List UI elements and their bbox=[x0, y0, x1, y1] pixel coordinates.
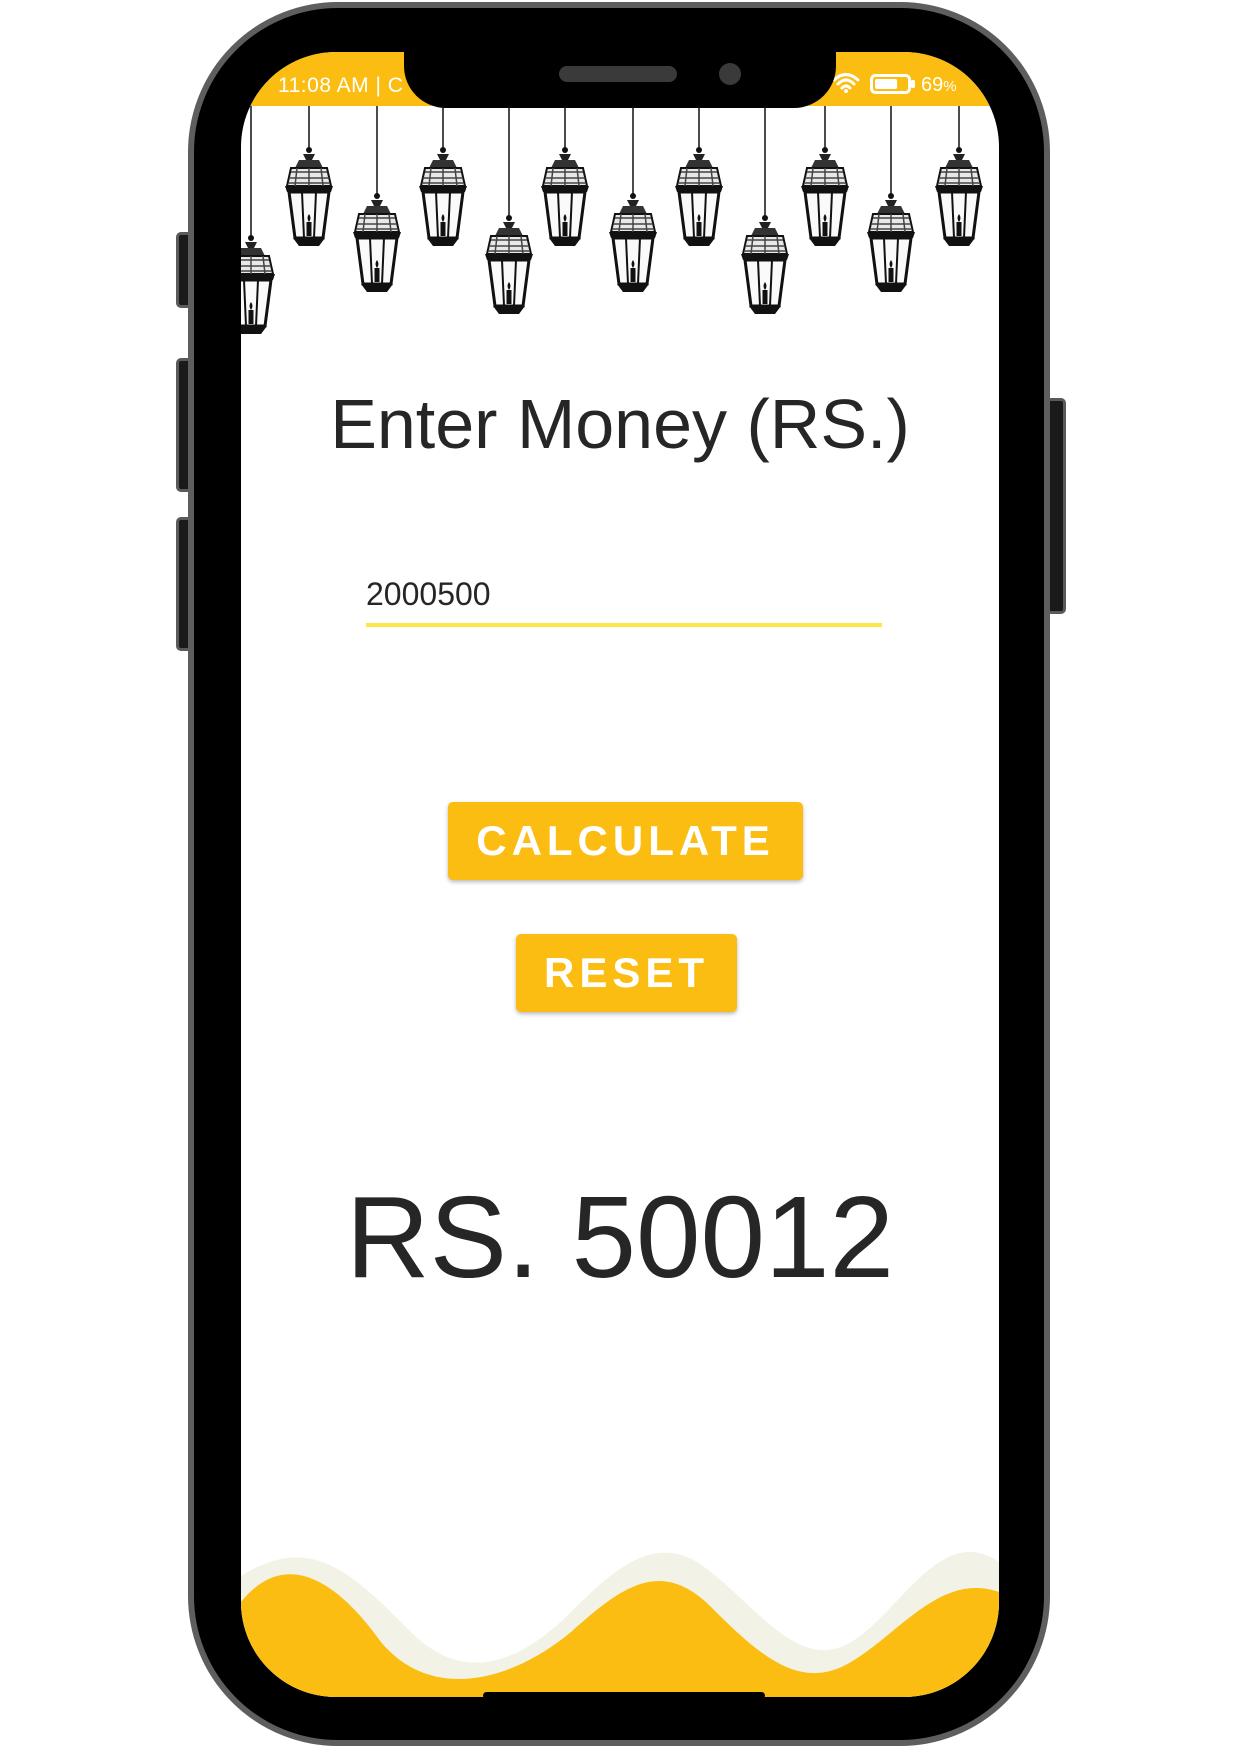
battery-percent-unit: % bbox=[943, 78, 957, 95]
camera-notch bbox=[404, 52, 836, 108]
calculate-button[interactable]: CALCULATE bbox=[448, 802, 803, 880]
home-indicator bbox=[483, 1692, 765, 1697]
result-amount: RS. 50012 bbox=[345, 1172, 895, 1302]
app-screen: 11:08 AM | C 69% Enter Money (RS.) 20005… bbox=[241, 52, 999, 1697]
page-title: Enter Money (RS.) bbox=[330, 385, 910, 463]
earpiece-speaker bbox=[559, 66, 677, 82]
battery-icon bbox=[870, 74, 915, 94]
hanging-lanterns-illustration bbox=[241, 106, 985, 336]
battery-percentage: 69% bbox=[921, 74, 957, 97]
money-amount-input[interactable] bbox=[366, 569, 882, 627]
front-camera bbox=[719, 63, 741, 85]
device-mockup: 11:08 AM | C 69% Enter Money (RS.) 20005… bbox=[0, 0, 1240, 1748]
battery-percent-value: 69 bbox=[921, 74, 944, 96]
status-time: 11:08 AM | C bbox=[278, 74, 404, 97]
status-bar: 11:08 AM | C 69% bbox=[241, 52, 999, 108]
battery-level-fill bbox=[875, 79, 898, 89]
reset-button[interactable]: RESET bbox=[516, 934, 737, 1012]
yellow-wave-pattern bbox=[241, 1551, 999, 1697]
wifi-icon bbox=[832, 73, 860, 93]
